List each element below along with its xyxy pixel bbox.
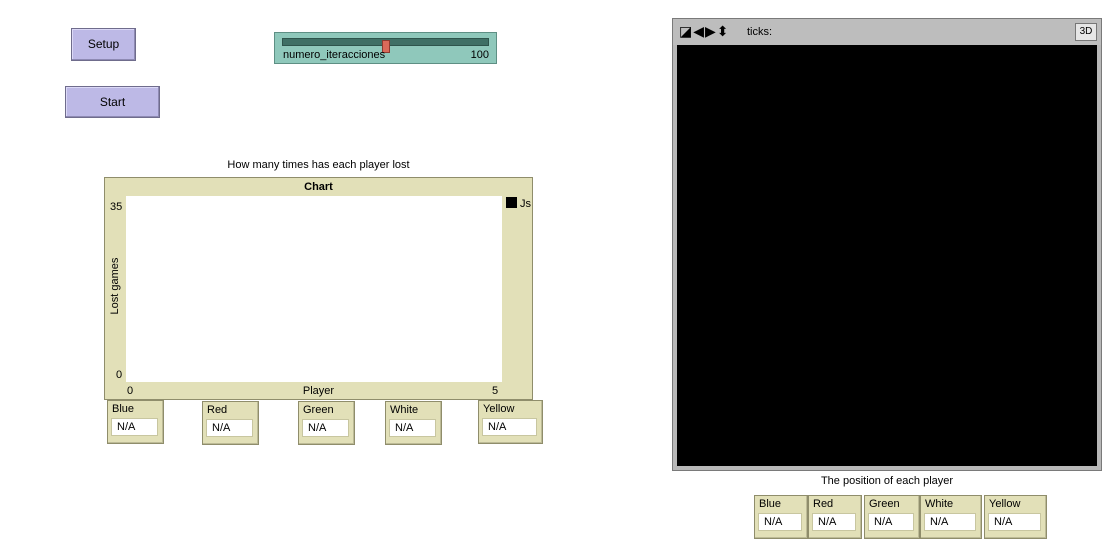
view-caption: The position of each player [820,475,954,487]
monitor-position-red: Red N/A [808,495,862,539]
zoom-icon[interactable]: ◪ [679,23,693,39]
plot-svg [126,196,502,382]
monitor-position-green: Green N/A [864,495,920,539]
monitor-lost-blue: Blue N/A [107,400,164,444]
monitor-value: N/A [206,419,253,437]
monitor-value: N/A [812,513,856,531]
setup-button-label: Setup [87,37,120,51]
setup-button[interactable]: Setup [71,28,136,61]
x-axis-label: Player [302,385,335,397]
monitor-lost-white: White N/A [385,401,442,445]
plot-legend: Js [506,197,531,210]
monitor-lost-yellow: Yellow N/A [478,400,543,444]
iterations-slider[interactable]: numero_iteracciones 100 [274,32,497,64]
monitor-value: N/A [482,418,537,436]
legend-label: Js [520,198,531,210]
monitor-value: N/A [389,419,436,437]
monitor-position-white: White N/A [920,495,982,539]
plot-title: Chart [304,181,333,193]
monitor-label: White [925,498,954,510]
monitor-label: White [390,404,419,416]
monitor-value: N/A [868,513,914,531]
world-view: ◪◀▶⬍ ticks: 3D [672,18,1102,471]
monitor-position-blue: Blue N/A [754,495,808,539]
3d-button[interactable]: 3D [1075,23,1097,41]
ticks-label: ticks: [747,26,773,38]
plot-canvas [126,196,502,382]
monitor-label: Green [869,498,900,510]
lost-games-plot: Chart 35 0 0 5 Player Lost games Js [104,177,533,400]
monitor-value: N/A [758,513,802,531]
view-toolbar: ◪◀▶⬍ ticks: 3D [673,19,1101,45]
monitor-position-yellow: Yellow N/A [984,495,1047,539]
monitor-lost-green: Green N/A [298,401,355,445]
monitor-value: N/A [924,513,976,531]
up-down-arrows-icon[interactable]: ⬍ [717,23,730,39]
monitor-label: Yellow [989,498,1021,510]
monitor-lost-red: Red N/A [202,401,259,445]
monitor-label: Red [813,498,834,510]
y-min-tick: 0 [116,369,123,381]
monitor-label: Red [207,404,228,416]
y-max-tick: 35 [110,201,123,213]
slider-track[interactable] [282,38,489,53]
legend-swatch [506,197,517,208]
monitor-label: Green [303,404,334,416]
view-controls: ◪◀▶⬍ [679,23,730,39]
monitor-label: Yellow [483,403,515,415]
monitor-value: N/A [988,513,1041,531]
start-button-label: Start [99,95,126,109]
slider-value: 100 [470,49,489,61]
monitor-label: Blue [112,403,135,415]
world-canvas[interactable] [677,45,1097,466]
slider-label: numero_iteracciones [283,49,386,61]
monitor-value: N/A [302,419,349,437]
monitor-label: Blue [759,498,782,510]
plot-caption: How many times has each player lost [227,159,410,171]
left-right-arrows-icon[interactable]: ◀▶ [693,23,717,39]
start-button[interactable]: Start [65,86,160,118]
y-axis-label: Lost games [109,257,121,315]
monitor-value: N/A [111,418,158,436]
